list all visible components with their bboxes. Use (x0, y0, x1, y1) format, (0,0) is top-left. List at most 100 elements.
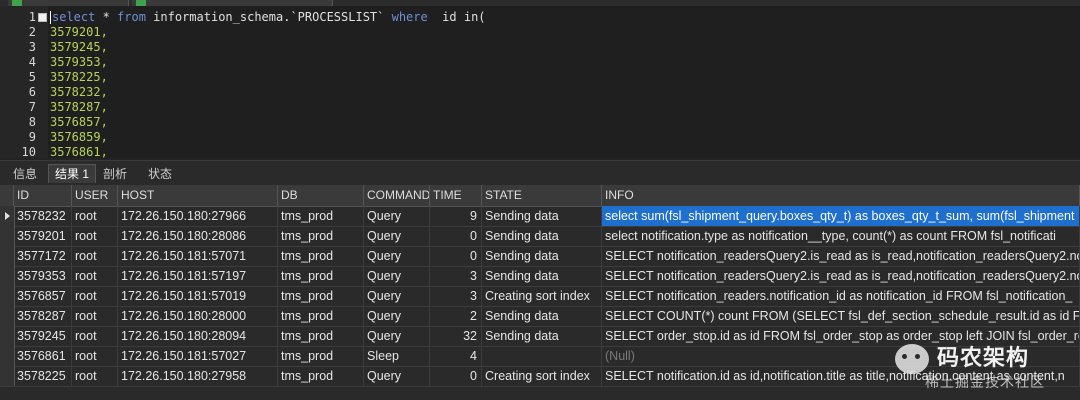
cell-info[interactable]: select notification.type as notification… (602, 226, 1080, 246)
table-row[interactable]: 3579201 root 172.26.150.180:28086 tms_prod Q… (0, 226, 1080, 247)
tab-profile[interactable]: 剖析 (98, 165, 132, 183)
column-header-state[interactable]: STATE (482, 185, 602, 206)
cell-time[interactable]: 4 (430, 346, 482, 366)
cell-host[interactable]: 172.26.150.180:28000 (118, 306, 278, 326)
cell-command[interactable]: Sleep (364, 346, 430, 366)
cell-host[interactable]: 172.26.150.181:57027 (118, 346, 278, 366)
cell-id[interactable]: 3579245 (14, 326, 72, 346)
cell-user[interactable]: root (72, 326, 118, 346)
cell-state[interactable]: Sending data (482, 326, 602, 346)
cell-time[interactable]: 0 (430, 226, 482, 246)
cell-user[interactable]: root (72, 346, 118, 366)
cell-info[interactable]: SELECT COUNT(*) count FROM (SELECT fsl_d… (602, 306, 1080, 326)
cell-db[interactable]: tms_prod (278, 226, 364, 246)
cell-time[interactable]: 9 (430, 206, 482, 226)
cell-user[interactable]: root (72, 206, 118, 226)
column-header-command[interactable]: COMMAND (364, 185, 430, 206)
table-row[interactable]: 3578287 root 172.26.150.180:28000 tms_prod Q… (0, 306, 1080, 327)
cell-info[interactable]: SELECT notification_readersQuery2.is_rea… (602, 246, 1080, 266)
cell-time[interactable]: 2 (430, 306, 482, 326)
sql-editor[interactable]: 1 select * from information_schema.`PROCE… (0, 6, 1080, 158)
cell-state[interactable]: Sending data (482, 246, 602, 266)
tab-status[interactable]: 状态 (140, 165, 180, 183)
cell-db[interactable]: tms_prod (278, 266, 364, 286)
row-indicator[interactable] (0, 206, 15, 226)
cell-db[interactable]: tms_prod (278, 306, 364, 326)
code-line: 4 3579353, (0, 55, 1080, 70)
tab-info[interactable]: 信息 (8, 165, 42, 183)
cell-command[interactable]: Query (364, 246, 430, 266)
row-indicator[interactable] (0, 266, 15, 286)
column-header-info[interactable]: INFO (602, 185, 1080, 206)
cell-db[interactable]: tms_prod (278, 206, 364, 226)
row-indicator[interactable] (0, 346, 15, 366)
cell-host[interactable]: 172.26.150.180:27966 (118, 206, 278, 226)
table-row[interactable]: 3577172 root 172.26.150.181:57071 tms_prod Q… (0, 246, 1080, 267)
row-indicator[interactable] (0, 366, 15, 386)
cell-state[interactable]: Creating sort index (482, 286, 602, 306)
cell-host[interactable]: 172.26.150.180:28094 (118, 326, 278, 346)
cell-id[interactable]: 3576861 (14, 346, 72, 366)
cell-user[interactable]: root (72, 266, 118, 286)
row-indicator[interactable] (0, 306, 15, 326)
cell-time[interactable]: 3 (430, 286, 482, 306)
table-row[interactable]: 3576857 root 172.26.150.181:57019 tms_prod Q… (0, 286, 1080, 307)
cell-id[interactable]: 3578287 (14, 306, 72, 326)
cell-id[interactable]: 3578225 (14, 366, 72, 386)
cell-state[interactable]: Sending data (482, 266, 602, 286)
row-indicator[interactable] (0, 326, 15, 346)
cell-user[interactable]: root (72, 286, 118, 306)
cell-db[interactable]: tms_prod (278, 366, 364, 386)
cell-id[interactable]: 3579201 (14, 226, 72, 246)
cell-host[interactable]: 172.26.150.181:57197 (118, 266, 278, 286)
cell-state[interactable] (482, 346, 602, 366)
cell-id[interactable]: 3576857 (14, 286, 72, 306)
cell-command[interactable]: Query (364, 326, 430, 346)
cell-id[interactable]: 3578232 (14, 206, 72, 226)
cell-command[interactable]: Query (364, 286, 430, 306)
column-header-id[interactable]: ID (14, 185, 72, 206)
cell-db[interactable]: tms_prod (278, 326, 364, 346)
cell-user[interactable]: root (72, 366, 118, 386)
row-indicator[interactable] (0, 226, 15, 246)
cell-info[interactable]: select sum(fsl_shipment_query.boxes_qty_… (602, 206, 1080, 226)
cell-time[interactable]: 32 (430, 326, 482, 346)
cell-host[interactable]: 172.26.150.180:28086 (118, 226, 278, 246)
cell-db[interactable]: tms_prod (278, 286, 364, 306)
cell-command[interactable]: Query (364, 366, 430, 386)
cell-user[interactable]: root (72, 246, 118, 266)
cell-host[interactable]: 172.26.150.181:57019 (118, 286, 278, 306)
cell-command[interactable]: Query (364, 226, 430, 246)
column-header-host[interactable]: HOST (118, 185, 278, 206)
table-row[interactable]: 3579353 root 172.26.150.181:57197 tms_prod Q… (0, 266, 1080, 287)
cell-host[interactable]: 172.26.150.180:27958 (118, 366, 278, 386)
cell-id[interactable]: 3579353 (14, 266, 72, 286)
cell-info[interactable]: SELECT notification_readers.notification… (602, 286, 1080, 306)
row-indicator[interactable] (0, 246, 15, 266)
tab-result-1[interactable]: 结果 1 (48, 164, 96, 183)
fold-toggle-icon[interactable] (38, 13, 47, 22)
cell-time[interactable]: 0 (430, 366, 482, 386)
table-row[interactable]: 3578232 root 172.26.150.180:27966 tms_prod Q… (0, 206, 1080, 227)
cell-command[interactable]: Query (364, 306, 430, 326)
cell-time[interactable]: 0 (430, 246, 482, 266)
column-header-user[interactable]: USER (72, 185, 118, 206)
cell-state[interactable]: Creating sort index (482, 366, 602, 386)
wechat-logo-icon (895, 344, 929, 374)
cell-db[interactable]: tms_prod (278, 346, 364, 366)
cell-host[interactable]: 172.26.150.181:57071 (118, 246, 278, 266)
cell-state[interactable]: Sending data (482, 306, 602, 326)
row-indicator[interactable] (0, 286, 15, 306)
column-header-time[interactable]: TIME (430, 185, 482, 206)
column-header-db[interactable]: DB (278, 185, 364, 206)
cell-user[interactable]: root (72, 226, 118, 246)
cell-state[interactable]: Sending data (482, 206, 602, 226)
cell-info[interactable]: SELECT notification_readersQuery2.is_rea… (602, 266, 1080, 286)
cell-command[interactable]: Query (364, 206, 430, 226)
cell-command[interactable]: Query (364, 266, 430, 286)
cell-time[interactable]: 3 (430, 266, 482, 286)
cell-db[interactable]: tms_prod (278, 246, 364, 266)
cell-user[interactable]: root (72, 306, 118, 326)
cell-id[interactable]: 3577172 (14, 246, 72, 266)
cell-state[interactable]: Sending data (482, 226, 602, 246)
